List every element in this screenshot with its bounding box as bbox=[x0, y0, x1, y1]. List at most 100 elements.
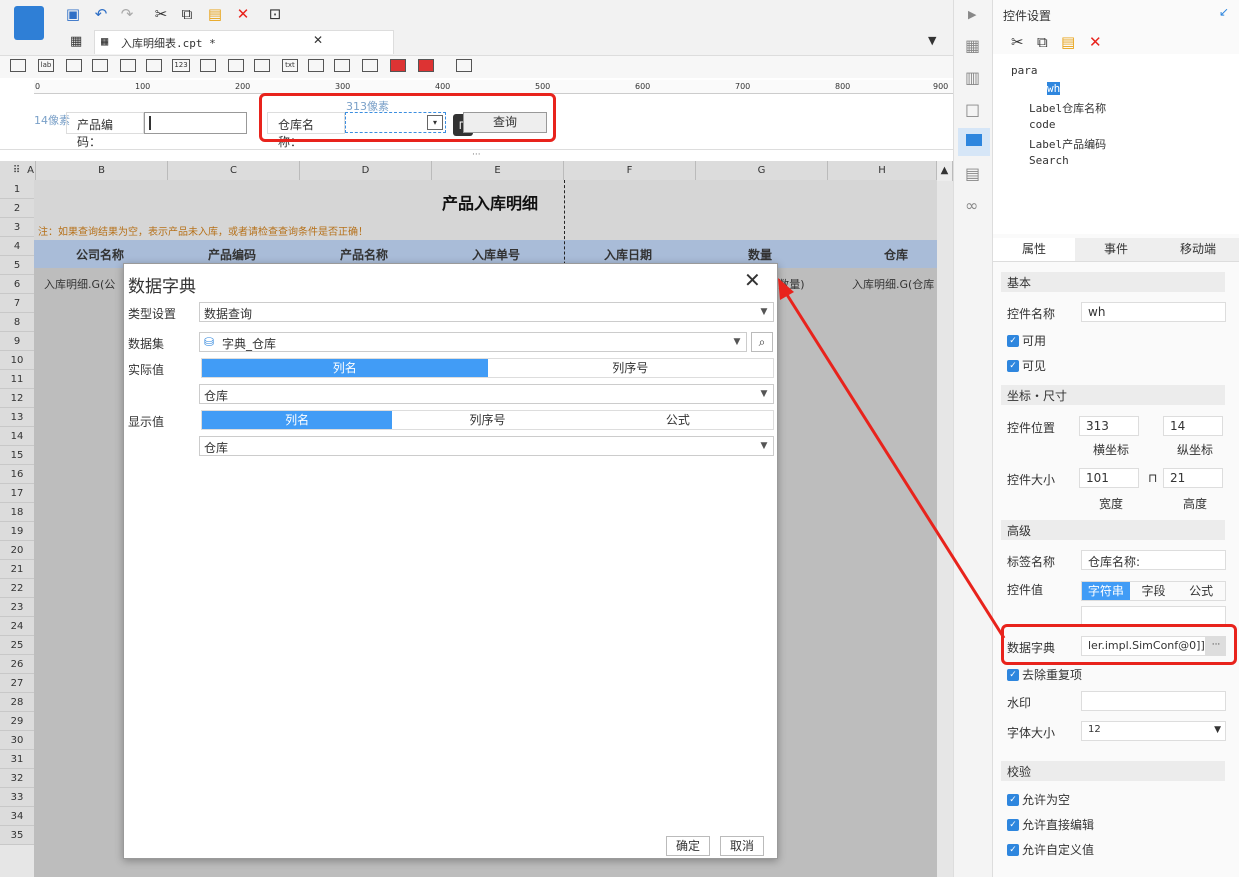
tab-menu-icon[interactable]: ▼ bbox=[928, 34, 936, 47]
tag-name-input[interactable]: 仓库名称: bbox=[1081, 550, 1226, 570]
row-header[interactable]: 29 bbox=[0, 712, 34, 731]
enabled-checkbox[interactable]: ✓ 可用 bbox=[1007, 332, 1046, 349]
tree-item-code[interactable]: code bbox=[1029, 118, 1056, 131]
widget-value-input[interactable] bbox=[1081, 606, 1226, 626]
section-advanced[interactable]: 高级 bbox=[1001, 520, 1225, 540]
row-header[interactable]: 25 bbox=[0, 636, 34, 655]
row-header[interactable]: 26 bbox=[0, 655, 34, 674]
preview-icon[interactable]: ⊡ bbox=[266, 5, 284, 23]
tree-item-wh[interactable]: wh bbox=[1047, 82, 1061, 95]
widget-number-icon[interactable]: 123 bbox=[172, 59, 190, 72]
col-header-e[interactable]: E bbox=[432, 161, 564, 181]
ok-button[interactable]: 确定 bbox=[666, 836, 710, 856]
widget-radio-icon[interactable] bbox=[228, 59, 244, 72]
row-header[interactable]: 1 bbox=[0, 180, 34, 199]
redo-icon[interactable]: ↷ bbox=[118, 5, 136, 23]
widget-treecombo-icon[interactable] bbox=[362, 59, 378, 72]
widget-label-icon[interactable]: lab bbox=[38, 59, 54, 72]
col-header-b[interactable]: B bbox=[36, 161, 168, 181]
paste-icon[interactable]: ▤ bbox=[1061, 33, 1075, 51]
condition-icon[interactable]: ▤ bbox=[965, 164, 980, 183]
undo-icon[interactable]: ↶ bbox=[92, 5, 110, 23]
row-header[interactable]: 11 bbox=[0, 370, 34, 389]
row-header[interactable]: 18 bbox=[0, 503, 34, 522]
tree-item-label-product[interactable]: Label产品编码 bbox=[1029, 136, 1106, 152]
font-size-select[interactable]: 12 ▼ bbox=[1081, 721, 1226, 741]
tab-mobile[interactable]: 移动端 bbox=[1157, 238, 1239, 261]
cell-b5[interactable]: 入库明细.G(公 bbox=[44, 276, 115, 292]
y-input[interactable]: 14 bbox=[1163, 416, 1223, 436]
row-header[interactable]: 20 bbox=[0, 541, 34, 560]
tree-item-label-warehouse[interactable]: Label仓库名称 bbox=[1029, 100, 1106, 116]
widget-daterange-icon[interactable] bbox=[418, 59, 434, 72]
close-icon[interactable]: ✕ bbox=[744, 268, 761, 292]
col-header-d[interactable]: D bbox=[300, 161, 432, 181]
pin-icon[interactable]: ↙ bbox=[1219, 5, 1229, 19]
actual-tab-colindex[interactable]: 列序号 bbox=[488, 359, 774, 377]
row-header[interactable]: 35 bbox=[0, 826, 34, 845]
visible-checkbox[interactable]: ✓ 可见 bbox=[1007, 357, 1046, 374]
dataset-preview-icon[interactable]: ⌕ bbox=[751, 332, 773, 352]
row-header[interactable]: 14 bbox=[0, 427, 34, 446]
col-header-g[interactable]: G bbox=[696, 161, 828, 181]
tree-item-search[interactable]: Search bbox=[1029, 154, 1069, 167]
cut-icon[interactable]: ✂ bbox=[152, 5, 170, 23]
row-header[interactable]: 15 bbox=[0, 446, 34, 465]
cell-attr-icon[interactable]: ▦ bbox=[965, 36, 980, 55]
display-tab-formula[interactable]: 公式 bbox=[583, 411, 773, 429]
allow-empty-checkbox[interactable]: ✓ 允许为空 bbox=[1007, 791, 1070, 808]
cut-icon[interactable]: ✂ bbox=[1011, 33, 1024, 51]
collapse-icon[interactable]: ▶ bbox=[968, 8, 976, 21]
row-header[interactable]: 12 bbox=[0, 389, 34, 408]
copy-icon[interactable]: ⧉ bbox=[178, 5, 196, 23]
allow-custom-checkbox[interactable]: ✓ 允许自定义值 bbox=[1007, 841, 1094, 858]
width-input[interactable]: 101 bbox=[1079, 468, 1139, 488]
widget-text-icon[interactable]: txt bbox=[282, 59, 298, 72]
resize-handle-icon[interactable]: ··· bbox=[472, 150, 481, 160]
row-header[interactable]: 7 bbox=[0, 294, 34, 313]
tab-properties[interactable]: 属性 bbox=[993, 238, 1075, 261]
widget-checkboxgroup-icon[interactable] bbox=[334, 59, 350, 72]
widget-date-icon[interactable] bbox=[390, 59, 406, 72]
value-tab-string[interactable]: 字符串 bbox=[1082, 582, 1130, 600]
col-header-c[interactable]: C bbox=[168, 161, 300, 181]
widget-password-icon[interactable] bbox=[308, 59, 324, 72]
row-header[interactable]: 30 bbox=[0, 731, 34, 750]
tree-item-para[interactable]: para bbox=[1011, 64, 1038, 77]
float-attr-icon[interactable]: ▥ bbox=[965, 68, 980, 87]
widget-textbox-icon[interactable] bbox=[10, 59, 26, 72]
col-header-h[interactable]: H bbox=[828, 161, 937, 181]
element-icon[interactable]: □ bbox=[965, 100, 980, 119]
value-tab-formula[interactable]: 公式 bbox=[1177, 582, 1225, 600]
save-icon[interactable]: ▣ bbox=[64, 5, 82, 23]
actual-tab-colname[interactable]: 列名 bbox=[202, 359, 488, 377]
scrollbar-vertical[interactable]: ▲ bbox=[937, 161, 953, 181]
cell-h5[interactable]: 入库明细.G(仓库 bbox=[852, 276, 934, 292]
display-tab-colname[interactable]: 列名 bbox=[202, 411, 393, 429]
col-header-a-label[interactable]: A bbox=[26, 161, 36, 181]
copy-icon[interactable]: ⧉ bbox=[1037, 33, 1048, 51]
row-header[interactable]: 4 bbox=[0, 237, 34, 256]
type-select[interactable]: 数据查询 ▼ bbox=[199, 302, 774, 322]
row-header[interactable]: 6 bbox=[0, 275, 34, 294]
display-tab-colindex[interactable]: 列序号 bbox=[392, 411, 582, 429]
widget-button-icon[interactable] bbox=[66, 59, 82, 72]
row-header[interactable]: 28 bbox=[0, 693, 34, 712]
dataset-select[interactable]: ⛁ 字典_仓库 ▼ bbox=[199, 332, 747, 352]
section-basic[interactable]: 基本 bbox=[1001, 272, 1225, 292]
watermark-input[interactable] bbox=[1081, 691, 1226, 711]
row-header[interactable]: 32 bbox=[0, 769, 34, 788]
widget-checkbox-icon[interactable] bbox=[254, 59, 270, 72]
row-header[interactable]: 19 bbox=[0, 522, 34, 541]
widget-calendar-icon[interactable] bbox=[146, 59, 162, 72]
row-header[interactable]: 3 bbox=[0, 218, 34, 237]
tab-events[interactable]: 事件 bbox=[1075, 238, 1157, 261]
row-header[interactable]: 23 bbox=[0, 598, 34, 617]
row-header[interactable]: 22 bbox=[0, 579, 34, 598]
row-header[interactable]: 10 bbox=[0, 351, 34, 370]
name-input[interactable]: wh bbox=[1081, 302, 1226, 322]
row-header[interactable]: 21 bbox=[0, 560, 34, 579]
row-header[interactable]: 17 bbox=[0, 484, 34, 503]
cancel-button[interactable]: 取消 bbox=[720, 836, 764, 856]
widget-more-icon[interactable] bbox=[456, 59, 472, 72]
